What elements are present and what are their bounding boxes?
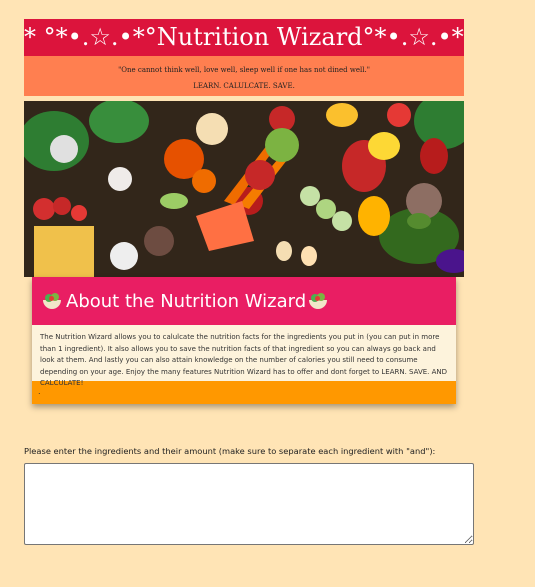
ingredients-prompt: Please enter the ingredients and their a… xyxy=(24,446,436,456)
about-card-footer: . xyxy=(32,381,456,404)
about-title: About the Nutrition Wizard xyxy=(66,290,307,312)
salad-icon xyxy=(42,291,62,311)
hero-image xyxy=(24,101,464,277)
salad-icon xyxy=(308,291,328,311)
about-card: About the Nutrition Wizard The Nutrition… xyxy=(32,277,456,404)
ingredients-input[interactable] xyxy=(24,463,474,545)
quote-text: "One cannot think well, love well, sleep… xyxy=(118,66,370,74)
site-header: * °*•.☆.•*°Nutrition Wizard°*•.☆.•*° * "… xyxy=(24,19,464,96)
motto-text: LEARN. CALULCATE. SAVE. xyxy=(193,82,295,90)
about-description: The Nutrition Wizard allows you to calul… xyxy=(32,325,456,387)
site-title: * °*•.☆.•*°Nutrition Wizard°*•.☆.•*° * xyxy=(24,19,464,56)
subtitle-banner: "One cannot think well, love well, sleep… xyxy=(24,56,464,96)
about-card-header: About the Nutrition Wizard xyxy=(32,277,456,325)
